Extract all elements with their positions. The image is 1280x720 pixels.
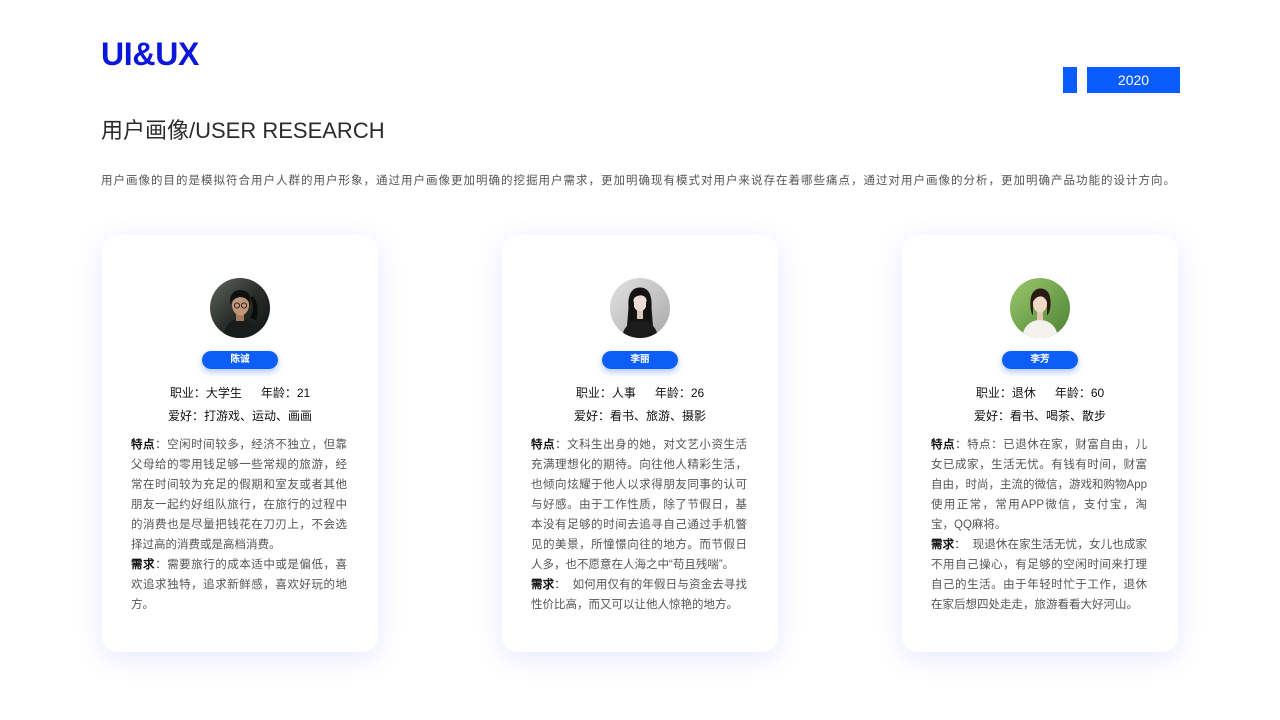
persona-needs: 需求：需要旅行的成本适中或是偏低，喜欢追求独特，追求新鲜感，喜欢好玩的地方。 bbox=[131, 555, 347, 615]
persona-details: 特点：空闲时间较多，经济不独立，但靠父母给的零用钱足够一些常规的旅游，经常在时间… bbox=[131, 435, 347, 615]
traits-text: ：特点：已退休在家，财富自由，儿女已成家，生活无忧。有钱有时间，财富自由，时尚，… bbox=[931, 439, 1148, 531]
needs-text: ：需要旅行的成本适中或是偏低，喜欢追求独特，追求新鲜感，喜欢好玩的地方。 bbox=[131, 559, 348, 611]
needs-label: 需求 bbox=[131, 559, 156, 571]
persona-basic-info: 职业：退休 年龄：60 bbox=[902, 385, 1178, 401]
persona-name-badge: 陈诚 bbox=[202, 351, 278, 369]
logo-text: UI&UX bbox=[101, 36, 200, 72]
persona-needs: 需求： 如何用仅有的年假日与资金去寻找性价比高，而又可以让他人惊艳的地方。 bbox=[531, 575, 747, 615]
persona-card: 李丽 职业：人事 年龄：26 爱好：看书、旅游、摄影 特点：文科生出身的她，对文艺… bbox=[502, 235, 778, 652]
traits-label: 特点 bbox=[531, 439, 556, 451]
traits-text: ：空闲时间较多，经济不独立，但靠父母给的零用钱足够一些常规的旅游，经常在时间较为… bbox=[131, 439, 348, 551]
persona-age: 年龄：21 bbox=[260, 386, 311, 400]
persona-name-badge: 李丽 bbox=[602, 351, 678, 369]
traits-text: ：文科生出身的她，对文艺小资生活充满理想化的期待。向往他人精彩生活，也倾向炫耀于… bbox=[531, 439, 748, 571]
traits-label: 特点 bbox=[931, 439, 956, 451]
persona-basic-info: 职业：大学生 年龄：21 bbox=[102, 385, 378, 401]
persona-card: 陈诚 职业：大学生 年龄：21 爱好：打游戏、运动、画画 特点：空闲时间较多，经济… bbox=[102, 235, 378, 652]
needs-label: 需求 bbox=[931, 539, 955, 551]
persona-hobbies: 爱好：看书、旅游、摄影 bbox=[573, 409, 706, 423]
avatar bbox=[1010, 278, 1070, 338]
persona-age: 年龄：26 bbox=[654, 386, 705, 400]
avatar-photo bbox=[610, 278, 670, 338]
persona-hobbies: 爱好：打游戏、运动、画画 bbox=[167, 409, 312, 423]
persona-occupation: 职业：大学生 bbox=[169, 386, 242, 400]
traits-label: 特点 bbox=[131, 439, 156, 451]
avatar-photo bbox=[1010, 278, 1070, 338]
avatar-photo bbox=[210, 278, 270, 338]
persona-details: 特点：文科生出身的她，对文艺小资生活充满理想化的期待。向往他人精彩生活，也倾向炫… bbox=[531, 435, 747, 615]
persona-traits: 特点：文科生出身的她，对文艺小资生活充满理想化的期待。向往他人精彩生活，也倾向炫… bbox=[531, 435, 747, 575]
needs-label: 需求 bbox=[531, 579, 555, 591]
persona-traits: 特点：特点：已退休在家，财富自由，儿女已成家，生活无忧。有钱有时间，财富自由，时… bbox=[931, 435, 1147, 535]
page-description: 用户画像的目的是模拟符合用户人群的用户形象，通过用户画像更加明确的挖掘用户需求，… bbox=[101, 175, 1176, 187]
persona-traits: 特点：空闲时间较多，经济不独立，但靠父母给的零用钱足够一些常规的旅游，经常在时间… bbox=[131, 435, 347, 555]
persona-basic-info: 职业：人事 年龄：26 bbox=[502, 385, 778, 401]
persona-card: 李芳 职业：退休 年龄：60 爱好：看书、喝茶、散步 特点：特点：已退休在家，财富… bbox=[902, 235, 1178, 652]
year-accent-bar bbox=[1063, 67, 1077, 93]
persona-occupation: 职业：人事 bbox=[575, 386, 636, 400]
needs-text: ： 现退休在家生活无忧，女儿也成家不用自己操心，有足够的空闲时间来打理自己的生活… bbox=[931, 539, 1148, 611]
page-title: 用户画像/USER RESEARCH bbox=[101, 118, 385, 143]
persona-needs: 需求： 现退休在家生活无忧，女儿也成家不用自己操心，有足够的空闲时间来打理自己的… bbox=[931, 535, 1147, 615]
persona-hobbies: 爱好：看书、喝茶、散步 bbox=[973, 409, 1106, 423]
persona-occupation: 职业：退休 bbox=[975, 386, 1036, 400]
avatar bbox=[610, 278, 670, 338]
avatar bbox=[210, 278, 270, 338]
persona-name-badge: 李芳 bbox=[1002, 351, 1078, 369]
year-badge: 2020 bbox=[1087, 67, 1180, 93]
persona-age: 年龄：60 bbox=[1054, 386, 1105, 400]
needs-text: ： 如何用仅有的年假日与资金去寻找性价比高，而又可以让他人惊艳的地方。 bbox=[531, 579, 748, 611]
persona-details: 特点：特点：已退休在家，财富自由，儿女已成家，生活无忧。有钱有时间，财富自由，时… bbox=[931, 435, 1147, 615]
